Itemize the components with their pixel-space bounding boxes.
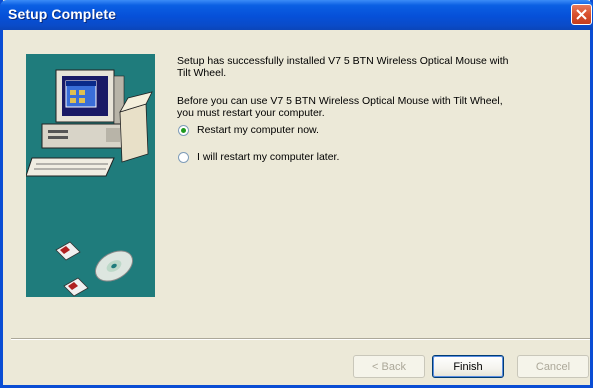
back-button[interactable]: < Back [353,355,425,378]
disk-icon [55,241,89,297]
footer-divider [11,338,590,340]
radio-button[interactable] [178,151,189,163]
restart-notice: Before you can use V7 5 BTN Wireless Opt… [177,95,503,119]
title-bar[interactable]: Setup Complete [0,0,593,30]
close-button[interactable] [571,4,592,25]
cancel-button[interactable]: Cancel [517,355,589,378]
radio-button-checked[interactable] [178,124,189,136]
restart-now-label: Restart my computer now. [197,124,319,136]
restart-later-label: I will restart my computer later. [197,151,340,163]
cd-icon [95,250,133,282]
finish-button[interactable]: Finish [432,355,504,378]
restart-later-option[interactable]: I will restart my computer later. [178,150,339,164]
setup-dialog: Setup Complete Setup has successfully in… [0,0,593,388]
success-message: Setup has successfully installed V7 5 BT… [177,55,509,79]
close-icon [576,9,587,20]
restart-now-option[interactable]: Restart my computer now. [178,123,319,137]
computer-icon [26,69,153,177]
setup-illustration [26,54,155,297]
dialog-content: Setup has successfully installed V7 5 BT… [3,30,590,385]
window-title: Setup Complete [8,6,116,22]
